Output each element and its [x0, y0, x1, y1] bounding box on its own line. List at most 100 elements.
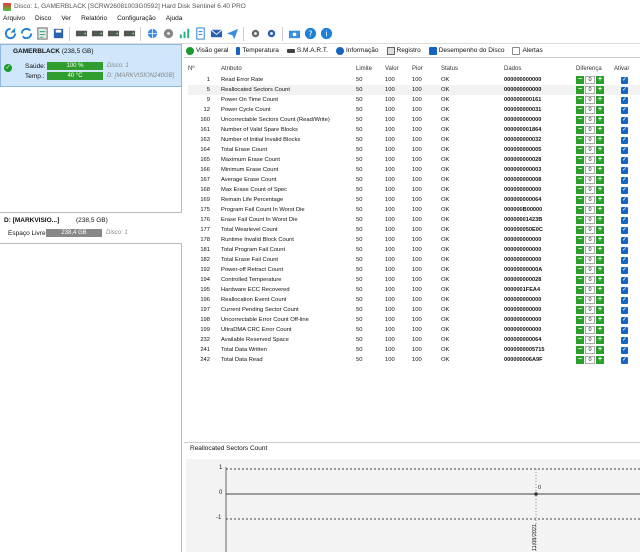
enable-checkbox[interactable]: ✓	[621, 226, 628, 234]
table-row[interactable]: 161 Number of Valid Spare Blocks 50 100 100 O…	[188, 125, 640, 135]
plus-icon[interactable]: +	[596, 106, 604, 114]
plus-icon[interactable]: +	[596, 346, 604, 354]
refresh-icon[interactable]	[3, 27, 17, 41]
header-data[interactable]: Dados	[504, 66, 564, 72]
minus-icon[interactable]: −	[576, 246, 584, 254]
diff-value[interactable]: 0	[585, 236, 595, 244]
diff-value[interactable]: 0	[585, 336, 595, 344]
plus-icon[interactable]: +	[596, 236, 604, 244]
minus-icon[interactable]: −	[576, 306, 584, 314]
menu-configuracao[interactable]: Configuração	[117, 15, 156, 22]
plus-icon[interactable]: +	[596, 196, 604, 204]
diff-value[interactable]: 0	[585, 266, 595, 274]
plus-icon[interactable]: +	[596, 316, 604, 324]
enable-checkbox[interactable]: ✓	[621, 146, 628, 154]
settings-icon[interactable]	[248, 27, 262, 41]
table-row[interactable]: 192 Power-off Retract Count 50 100 100 OK 0000…	[188, 265, 640, 275]
diff-value[interactable]: 0	[585, 76, 595, 84]
diff-value[interactable]: 0	[585, 346, 595, 354]
minus-icon[interactable]: −	[576, 256, 584, 264]
enable-checkbox[interactable]: ✓	[621, 156, 628, 164]
document-icon[interactable]	[193, 27, 207, 41]
table-row[interactable]: 168 Max Erase Count of Spec 50 100 100 OK 0000…	[188, 185, 640, 195]
diff-value[interactable]: 0	[585, 316, 595, 324]
plus-icon[interactable]: +	[596, 216, 604, 224]
table-row[interactable]: 194 Controlled Temperature 50 100 100 OK 00000…	[188, 275, 640, 285]
diff-value[interactable]: 0	[585, 106, 595, 114]
tab-alertas[interactable]: Alertas	[512, 46, 543, 55]
diff-value[interactable]: 0	[585, 246, 595, 254]
enable-checkbox[interactable]: ✓	[621, 296, 628, 304]
diff-value[interactable]: 0	[585, 196, 595, 204]
minus-icon[interactable]: −	[576, 136, 584, 144]
minus-icon[interactable]: −	[576, 96, 584, 104]
camera-icon[interactable]	[287, 27, 301, 41]
disk-icon[interactable]	[161, 27, 175, 41]
enable-checkbox[interactable]: ✓	[621, 166, 628, 174]
info-icon[interactable]: i	[319, 27, 333, 41]
enable-checkbox[interactable]: ✓	[621, 266, 628, 274]
diff-value[interactable]: 0	[585, 186, 595, 194]
table-row[interactable]: 165 Maximum Erase Count 50 100 100 OK 00000000…	[188, 155, 640, 165]
table-row[interactable]: 169 Remain Life Percentage 50 100 100 OK 00000…	[188, 195, 640, 205]
partition-item[interactable]: D: [MARKVISIO...] (238,5 GB) Espaço Livr…	[0, 212, 182, 244]
table-row[interactable]: 197 Current Pending Sector Count 50 100 100 O…	[188, 305, 640, 315]
drive-icon[interactable]	[106, 27, 120, 41]
table-row[interactable]: 199 UltraDMA CRC Error Count 50 100 100 OK 000…	[188, 325, 640, 335]
plus-icon[interactable]: +	[596, 156, 604, 164]
minus-icon[interactable]: −	[576, 226, 584, 234]
minus-icon[interactable]: −	[576, 296, 584, 304]
help-icon[interactable]: ?	[303, 27, 317, 41]
table-row[interactable]: 195 Hardware ECC Recovered 50 100 100 OK 00000…	[188, 285, 640, 295]
table-row[interactable]: 166 Minimum Erase Count 50 100 100 OK 00000000…	[188, 165, 640, 175]
drive-icon[interactable]	[90, 27, 104, 41]
enable-checkbox[interactable]: ✓	[621, 76, 628, 84]
minus-icon[interactable]: −	[576, 236, 584, 244]
table-row[interactable]: 232 Available Reserved Space 50 100 100 OK 000…	[188, 335, 640, 345]
globe-icon[interactable]	[145, 27, 159, 41]
minus-icon[interactable]: −	[576, 356, 584, 364]
drive-icon[interactable]	[74, 27, 88, 41]
send-icon[interactable]	[225, 27, 239, 41]
header-limit[interactable]: Limite	[356, 66, 376, 72]
table-row[interactable]: 177 Total Wearlevel Count 50 100 100 OK 000000…	[188, 225, 640, 235]
header-value[interactable]: Valor	[385, 66, 405, 72]
table-row[interactable]: 5 Reallocated Sectors Count 50 100 100 OK 0000…	[188, 85, 640, 95]
plus-icon[interactable]: +	[596, 146, 604, 154]
minus-icon[interactable]: −	[576, 86, 584, 94]
minus-icon[interactable]: −	[576, 146, 584, 154]
plus-icon[interactable]: +	[596, 76, 604, 84]
minus-icon[interactable]: −	[576, 116, 584, 124]
table-row[interactable]: 181 Total Program Fail Count 50 100 100 OK 000…	[188, 245, 640, 255]
enable-checkbox[interactable]: ✓	[621, 186, 628, 194]
enable-checkbox[interactable]: ✓	[621, 176, 628, 184]
table-row[interactable]: 196 Reallocation Event Count 50 100 100 OK 000…	[188, 295, 640, 305]
plus-icon[interactable]: +	[596, 186, 604, 194]
header-attr[interactable]: Atributo	[221, 66, 361, 72]
plus-icon[interactable]: +	[596, 116, 604, 124]
menu-relatorio[interactable]: Relatório	[81, 15, 107, 22]
diff-value[interactable]: 0	[585, 206, 595, 214]
minus-icon[interactable]: −	[576, 336, 584, 344]
plus-icon[interactable]: +	[596, 306, 604, 314]
mail-icon[interactable]	[209, 27, 223, 41]
diff-value[interactable]: 0	[585, 256, 595, 264]
plus-icon[interactable]: +	[596, 96, 604, 104]
enable-checkbox[interactable]: ✓	[621, 286, 628, 294]
menu-ajuda[interactable]: Ajuda	[166, 15, 183, 22]
table-row[interactable]: 241 Total Data Written 50 100 100 OK 000000000…	[188, 345, 640, 355]
minus-icon[interactable]: −	[576, 126, 584, 134]
minus-icon[interactable]: −	[576, 266, 584, 274]
diff-value[interactable]: 0	[585, 176, 595, 184]
drive-icon[interactable]	[122, 27, 136, 41]
plus-icon[interactable]: +	[596, 166, 604, 174]
table-row[interactable]: 164 Total Erase Count 50 100 100 OK 0000000000…	[188, 145, 640, 155]
enable-checkbox[interactable]: ✓	[621, 246, 628, 254]
minus-icon[interactable]: −	[576, 206, 584, 214]
plus-icon[interactable]: +	[596, 246, 604, 254]
minus-icon[interactable]: −	[576, 216, 584, 224]
diff-value[interactable]: 0	[585, 306, 595, 314]
diff-value[interactable]: 0	[585, 166, 595, 174]
table-row[interactable]: 12 Power Cycle Count 50 100 100 OK 00000000003…	[188, 105, 640, 115]
plus-icon[interactable]: +	[596, 296, 604, 304]
